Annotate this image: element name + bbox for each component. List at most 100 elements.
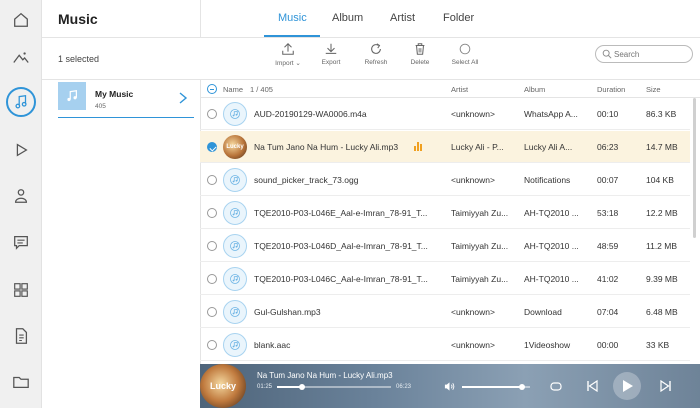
column-artist[interactable]: Artist [451,85,468,94]
track-album: AH-TQ2010 ... [524,241,579,251]
library-my-music[interactable]: My Music 405 [58,80,194,118]
messages-icon[interactable] [0,224,42,260]
table-header: Name 1 / 405 Artist Album Duration Size [200,80,700,98]
select-all-button[interactable]: Select All [440,42,490,66]
contacts-icon[interactable] [0,178,42,214]
table-row[interactable]: AUD-20190129-WA0006.m4a <unknown> WhatsApp… [200,98,690,130]
track-thumbnail [223,102,247,126]
disc-icon [230,241,240,251]
track-name: TQE2010-P03-L046E_Aal-e-Imran_78-91_T... [254,208,428,218]
chevron-down-icon: ⌄ [295,60,301,67]
music-icon[interactable] [0,84,42,120]
track-artist: <unknown> [451,175,495,185]
now-playing-title: Na Tum Jano Na Hum - Lucky Ali.mp3 [257,371,393,380]
row-checkbox[interactable] [207,340,217,350]
track-size: 14.7 MB [646,142,678,152]
track-thumbnail [223,267,247,291]
column-duration[interactable]: Duration [597,85,625,94]
header-divider [200,0,201,38]
track-duration: 00:00 [597,340,619,350]
column-album[interactable]: Album [524,85,545,94]
tab-artist[interactable]: Artist [390,12,415,24]
table-row[interactable]: blank.aac <unknown> 1Videoshow 00:00 33 KB [200,329,690,361]
next-icon[interactable] [660,380,672,392]
row-checkbox[interactable] [207,109,217,119]
track-thumbnail [223,333,247,357]
row-checkbox[interactable] [207,274,217,284]
search-input[interactable] [614,48,688,60]
library-count: 405 [95,103,106,110]
apps-icon[interactable] [0,272,42,308]
folder-icon[interactable] [0,364,42,400]
chevron-right-icon [179,92,188,104]
table-row[interactable]: TQE2010-P03-L046C_Aal-e-Imran_78-91_T...… [200,263,690,295]
volume-handle[interactable] [518,384,525,390]
table-row[interactable]: TQE2010-P03-L046D_Aal-e-Imran_78-91_T...… [200,230,690,262]
row-checkbox[interactable] [207,307,217,317]
delete-button[interactable]: Delete [395,42,445,66]
tab-music[interactable]: Music [278,12,307,24]
track-duration: 06:23 [597,142,619,152]
album-art-text: Lucky [226,144,244,150]
tab-folder[interactable]: Folder [443,12,474,24]
row-checkbox[interactable] [207,208,217,218]
export-label: Export [321,59,341,66]
repeat-icon[interactable] [550,381,562,392]
track-size: 104 KB [646,175,674,185]
track-name: sound_picker_track_73.ogg [254,175,359,185]
header: Music Music Album Artist Folder [42,0,700,38]
column-name[interactable]: Name [223,85,243,94]
disc-icon [230,307,240,317]
total-time: 06:23 [396,384,412,390]
track-artist: <unknown> [451,340,495,350]
progress-slider[interactable] [277,384,391,390]
tab-album[interactable]: Album [332,12,363,24]
track-album: 1Videoshow [524,340,571,350]
table-row[interactable]: Lucky Na Tum Jano Na Hum - Lucky Ali.mp3 L… [200,131,690,163]
track-duration: 41:02 [597,274,619,284]
progress-handle[interactable] [299,384,306,390]
track-duration: 00:07 [597,175,619,185]
table-row[interactable]: TQE2010-P03-L046E_Aal-e-Imran_78-91_T...… [200,197,690,229]
library-thumbnail [58,82,86,110]
play-button[interactable] [613,372,641,400]
track-artist: Taimiyyah Zu... [451,208,509,218]
table-row[interactable]: sound_picker_track_73.ogg <unknown> Notifi… [200,164,690,196]
column-size[interactable]: Size [646,85,661,94]
volume-icon[interactable] [444,381,455,392]
volume-slider[interactable] [462,384,530,390]
select-all-label: Select All [451,59,479,66]
track-size: 9.39 MB [646,274,678,284]
refresh-button[interactable]: Refresh [351,42,401,66]
scrollbar[interactable] [693,98,696,238]
disc-icon [230,340,240,350]
video-icon[interactable] [0,132,42,168]
deselect-all-toggle[interactable] [207,84,217,94]
track-album: AH-TQ2010 ... [524,274,579,284]
page-title: Music [58,11,98,27]
previous-icon[interactable] [586,380,598,392]
documents-icon[interactable] [0,318,42,354]
album-art: Lucky [223,135,247,159]
track-name: TQE2010-P03-L046C_Aal-e-Imran_78-91_T... [254,274,428,284]
row-checkbox[interactable] [207,175,217,185]
refresh-icon [371,43,381,54]
row-checkbox[interactable] [207,241,217,251]
track-artist: Taimiyyah Zu... [451,241,509,251]
table-row[interactable]: Gul-Gulshan.mp3 <unknown> Download 07:04 6.4… [200,296,690,328]
home-icon[interactable] [0,2,42,38]
track-duration: 53:18 [597,208,619,218]
track-duration: 48:59 [597,241,619,251]
trash-icon [415,43,425,55]
search-box[interactable] [595,45,693,63]
photos-icon[interactable] [0,40,42,76]
track-album: Lucky Ali A... [524,142,573,152]
sidebar [0,0,42,408]
delete-label: Delete [410,59,430,66]
row-checkbox[interactable] [207,142,217,152]
export-button[interactable]: Export [306,42,356,66]
selection-counter: 1 / 405 [250,85,273,94]
disc-icon [230,175,240,185]
track-thumbnail [223,168,247,192]
now-playing-artwork: Lucky [200,364,246,408]
